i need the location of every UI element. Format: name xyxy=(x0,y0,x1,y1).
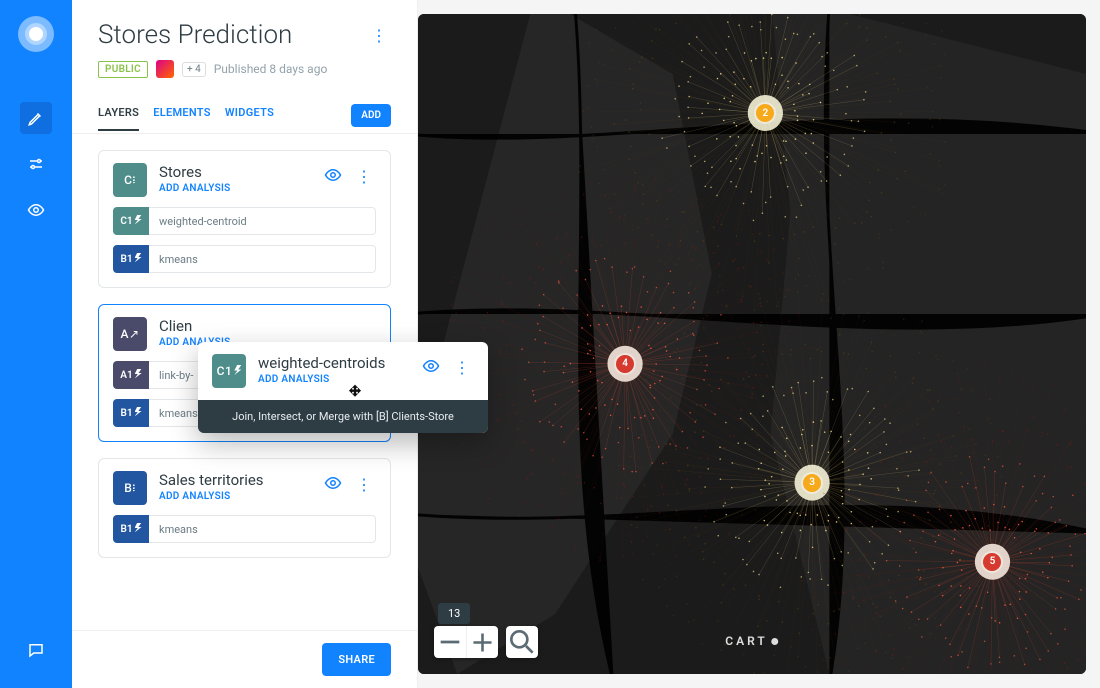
nav-rail xyxy=(0,0,72,688)
nav-edit-button[interactable] xyxy=(20,102,52,134)
bolt-icon xyxy=(135,215,142,228)
map-watermark: CART xyxy=(725,634,778,648)
dragging-layer-card[interactable]: C1 weighted-centroids ADD ANALYSIS ⋮ Joi… xyxy=(198,342,488,433)
analysis-chip: B1 xyxy=(113,399,149,427)
analysis-row[interactable]: C1 weighted-centroid xyxy=(113,207,376,235)
chat-icon xyxy=(27,641,45,659)
page-title: Stores Prediction xyxy=(98,20,292,50)
map-pin[interactable]: 4 xyxy=(616,355,634,373)
eye-icon xyxy=(27,201,45,219)
minus-icon xyxy=(434,626,466,658)
bolt-icon xyxy=(234,364,241,378)
add-analysis-link[interactable]: ADD ANALYSIS xyxy=(258,374,410,385)
map-pin[interactable]: 3 xyxy=(803,474,821,492)
layer-visibility-toggle[interactable] xyxy=(324,166,342,188)
analysis-label: kmeans xyxy=(149,515,376,543)
add-analysis-link[interactable]: ADD ANALYSIS xyxy=(159,183,312,194)
nav-settings-button[interactable] xyxy=(20,148,52,180)
share-button[interactable]: SHARE xyxy=(322,643,391,676)
nav-preview-button[interactable] xyxy=(20,194,52,226)
layer-chip: C፧ xyxy=(113,163,147,197)
visibility-badge[interactable]: PUBLIC xyxy=(98,61,148,78)
map[interactable]: 2435 CART 13 xyxy=(418,14,1086,674)
layer-visibility-toggle[interactable] xyxy=(324,474,342,496)
tab-elements[interactable]: ELEMENTS xyxy=(153,106,211,131)
layer-card-stores[interactable]: C፧ Stores ADD ANALYSIS ⋮ C1 weighted-cen… xyxy=(98,150,391,288)
analysis-label: weighted-centroid xyxy=(149,207,376,235)
layer-visibility-toggle[interactable] xyxy=(422,357,440,379)
layer-menu-button[interactable]: ⋮ xyxy=(352,471,376,498)
avatar[interactable] xyxy=(156,60,174,78)
tab-layers[interactable]: LAYERS xyxy=(98,106,139,131)
analysis-row[interactable]: B1 kmeans xyxy=(113,245,376,273)
plus-icon xyxy=(467,627,498,658)
drop-hint: Join, Intersect, or Merge with [B] Clien… xyxy=(198,400,488,433)
bolt-icon xyxy=(135,369,142,382)
search-icon xyxy=(506,626,538,658)
map-search-button[interactable] xyxy=(506,626,538,658)
layer-name: Stores xyxy=(159,163,312,181)
layer-chip: C1 xyxy=(212,354,246,388)
layer-chip: B፧ xyxy=(113,471,147,505)
tab-widgets[interactable]: WIDGETS xyxy=(225,106,274,131)
analysis-row[interactable]: B1 kmeans xyxy=(113,515,376,543)
layer-card-sales[interactable]: B፧ Sales territories ADD ANALYSIS ⋮ B1 k… xyxy=(98,458,391,558)
pencil-icon xyxy=(27,109,45,127)
layer-name: Sales territories xyxy=(159,471,312,489)
published-text: Published 8 days ago xyxy=(214,62,328,76)
eye-icon xyxy=(324,166,342,184)
zoom-control xyxy=(434,626,498,658)
add-analysis-link[interactable]: ADD ANALYSIS xyxy=(159,491,312,502)
app-logo-icon[interactable] xyxy=(18,16,54,52)
layer-name: Clien xyxy=(159,317,364,335)
bolt-icon xyxy=(135,407,142,420)
sliders-icon xyxy=(27,155,45,173)
layer-menu-button[interactable]: ⋮ xyxy=(352,163,376,190)
bolt-icon xyxy=(135,253,142,266)
title-menu-button[interactable]: ⋮ xyxy=(367,22,391,49)
move-cursor-icon xyxy=(347,384,363,400)
zoom-in-button[interactable] xyxy=(466,626,498,658)
analysis-chip: C1 xyxy=(113,207,149,235)
analysis-chip: A1 xyxy=(113,361,149,389)
zoom-level: 13 xyxy=(438,603,470,624)
analysis-chip: B1 xyxy=(113,515,149,543)
add-button[interactable]: ADD xyxy=(351,104,391,127)
map-background xyxy=(418,14,1086,674)
layer-chip: A↗ xyxy=(113,317,147,351)
bolt-icon xyxy=(135,523,142,536)
eye-icon xyxy=(422,357,440,375)
map-container: 2435 CART 13 xyxy=(418,0,1100,688)
layer-name: weighted-centroids xyxy=(258,354,410,372)
panel-tabs: LAYERS ELEMENTS WIDGETS xyxy=(98,106,274,131)
collaborator-count[interactable]: + 4 xyxy=(182,62,206,77)
nav-chat-button[interactable] xyxy=(20,634,52,666)
zoom-out-button[interactable] xyxy=(434,626,466,658)
layer-menu-button[interactable]: ⋮ xyxy=(450,354,474,381)
analysis-label: kmeans xyxy=(149,245,376,273)
analysis-chip: B1 xyxy=(113,245,149,273)
eye-icon xyxy=(324,474,342,492)
